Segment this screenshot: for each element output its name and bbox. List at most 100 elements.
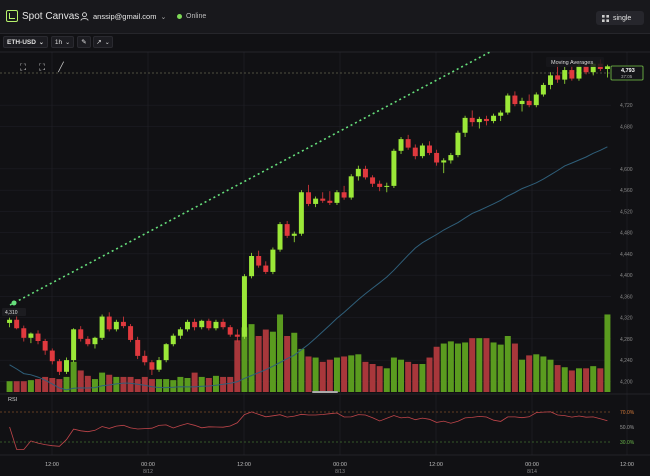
candle-body — [249, 256, 255, 277]
volume-bar — [348, 355, 355, 392]
time-axis-date: 8/13 — [335, 469, 345, 475]
volume-bar — [398, 359, 405, 392]
volume-bar — [547, 359, 554, 392]
volume-bar — [227, 376, 234, 392]
rsi-line — [9, 411, 608, 450]
volume-bar — [277, 314, 284, 392]
volume-bar — [99, 372, 106, 392]
volume-bar — [156, 379, 163, 392]
price-axis-label: 4,400 — [620, 273, 633, 279]
candle-body — [498, 112, 504, 116]
trendline-handle — [11, 300, 17, 306]
volume-bar — [454, 343, 461, 392]
candle-body — [277, 224, 283, 250]
candle-body — [462, 117, 468, 133]
volume-bar — [575, 368, 582, 392]
volume-bar — [141, 376, 148, 392]
candle-body — [384, 185, 390, 187]
candle-body — [412, 147, 418, 157]
candle-body — [526, 100, 532, 106]
candle-body — [35, 333, 41, 341]
candle-body — [391, 150, 397, 186]
volume-bar — [440, 343, 447, 392]
candle-body — [441, 160, 447, 163]
candle-body — [469, 117, 475, 123]
volume-bar — [298, 348, 305, 392]
time-axis-label: 00:00 — [141, 462, 155, 468]
candle-body — [348, 176, 354, 198]
candle-body — [163, 344, 169, 361]
candle-body — [64, 360, 69, 372]
candle-body — [455, 132, 461, 156]
volume-bar — [419, 364, 426, 392]
price-axis-label: 4,320 — [620, 316, 633, 322]
volume-bar — [184, 378, 191, 392]
price-axis-label: 4,720 — [620, 103, 633, 109]
candle-body — [234, 334, 240, 337]
rsi-axis-label: 30.0% — [620, 440, 635, 446]
candle-body — [576, 65, 582, 79]
volume-bar — [84, 375, 91, 392]
candle-body — [56, 361, 62, 372]
candle-body — [448, 155, 454, 161]
volume-bar — [447, 341, 454, 392]
candle-body — [14, 319, 20, 329]
volume-bar — [583, 368, 590, 392]
candle-body — [284, 224, 290, 236]
chart-scroll-handle — [312, 391, 338, 393]
candle-body — [398, 139, 404, 151]
candle-body — [562, 70, 568, 80]
candle-body — [270, 249, 276, 272]
candle-body — [291, 233, 297, 236]
volume-bar — [504, 336, 511, 392]
candle-body — [113, 321, 119, 330]
volume-bar — [77, 370, 84, 392]
candle-body — [569, 70, 575, 79]
volume-bar — [127, 376, 134, 392]
candle-body — [120, 321, 126, 327]
volume-bar — [554, 365, 561, 392]
volume-bar — [234, 340, 241, 392]
candle-body — [170, 335, 176, 345]
price-axis-label: 4,680 — [620, 124, 633, 130]
price-axis-label: 4,440 — [620, 252, 633, 258]
volume-bar — [604, 314, 611, 392]
candle-body — [177, 329, 183, 336]
volume-bar — [262, 329, 269, 392]
volume-bar — [91, 379, 98, 392]
volume-bar — [291, 332, 298, 392]
rsi-axis-label: 70.0% — [620, 410, 635, 416]
time-axis-label: 00:00 — [525, 462, 539, 468]
candle-body — [377, 183, 383, 187]
candle-body — [491, 115, 497, 122]
volume-bar — [6, 381, 13, 392]
candle-body — [220, 321, 226, 328]
candle-body — [256, 256, 262, 266]
volume-bar — [56, 379, 63, 392]
price-axis-label: 4,520 — [620, 209, 633, 215]
left-price-marker-label: 4,310 — [5, 310, 18, 316]
volume-bar — [369, 364, 376, 392]
candle-body — [327, 200, 333, 203]
candle-body — [505, 95, 511, 113]
volume-bar — [533, 354, 540, 392]
volume-bar — [35, 379, 42, 392]
candle-body — [192, 321, 198, 328]
volume-bar — [177, 376, 184, 392]
candle-body — [49, 350, 55, 362]
candle-body — [298, 192, 304, 234]
grid-lines — [0, 52, 628, 455]
volume-bar — [269, 331, 276, 392]
crop-icon[interactable]: ⛶ — [18, 62, 28, 73]
volume-bar — [526, 355, 533, 392]
candle-body — [320, 198, 326, 201]
candle-body — [71, 329, 77, 361]
line-tool-icon[interactable]: ╱ — [56, 62, 66, 73]
candle-body — [149, 362, 155, 370]
fullscreen-icon[interactable]: ⛶ — [37, 62, 47, 73]
candle-body — [434, 152, 440, 163]
volume-bar — [462, 342, 469, 392]
current-price-countdown: 37:05 — [621, 74, 633, 79]
price-axis-label: 4,560 — [620, 188, 633, 194]
price-chart[interactable]: 4,720 4,680 4,600 4,560 4,520 4,480 4,440 4,400… — [0, 0, 650, 476]
